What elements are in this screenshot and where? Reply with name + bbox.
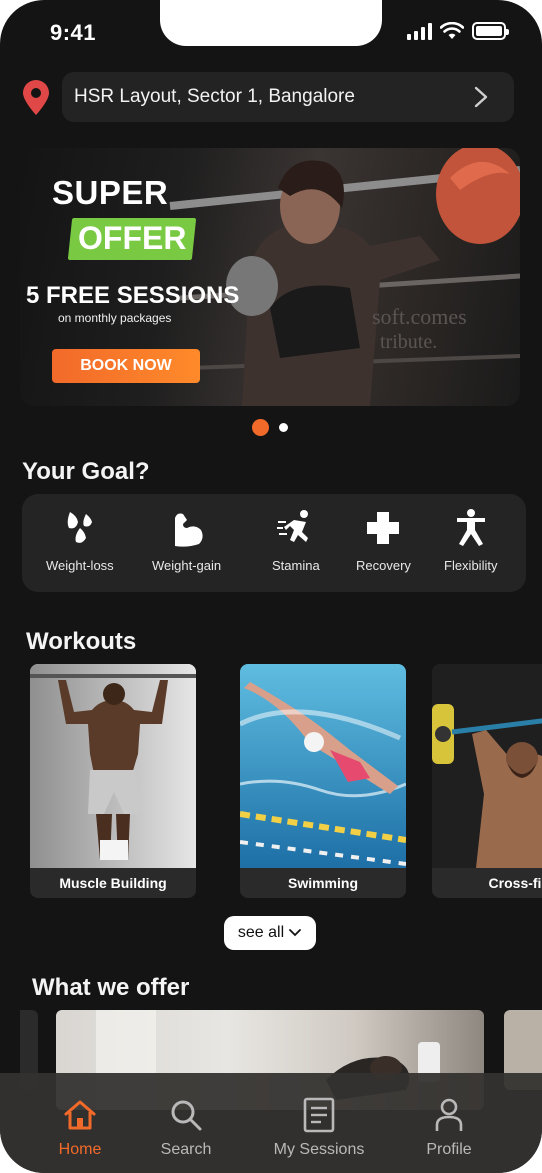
goal-label: Weight-loss [46, 558, 114, 573]
goal-label: Stamina [272, 558, 320, 573]
nav-item-my-sessions[interactable]: My Sessions [269, 1097, 369, 1159]
banner-super-text: SUPER [52, 174, 169, 211]
bicep-icon [174, 513, 203, 547]
location-pin-icon [23, 80, 49, 115]
svg-text:soft.comes: soft.comes [372, 304, 467, 329]
goal-item-stamina[interactable]: Stamina [272, 508, 320, 573]
workout-card-crossfit[interactable]: Cross-fi [432, 664, 542, 898]
status-icons [407, 22, 509, 40]
chevron-down-icon [289, 929, 302, 937]
cellular-signal-icon [407, 22, 432, 40]
droplets-icon [67, 512, 92, 543]
workout-label: Muscle Building [59, 875, 167, 891]
location-selector[interactable]: HSR Layout, Sector 1, Bangalore [62, 72, 514, 122]
notch [160, 0, 382, 46]
offer-section-title: What we offer [32, 974, 190, 1001]
goal-item-weight-loss[interactable]: Weight-loss [46, 508, 114, 573]
swimming-photo [240, 664, 406, 868]
carousel-dot-active[interactable] [252, 419, 269, 436]
book-now-button[interactable]: BOOK NOW [52, 349, 200, 383]
home-icon [64, 1100, 96, 1130]
carousel-dot[interactable] [279, 423, 288, 432]
stretch-figure-icon [456, 509, 485, 546]
search-icon [171, 1100, 202, 1131]
nav-label: Home [58, 1141, 102, 1158]
svg-text:tribute.: tribute. [380, 331, 437, 353]
workout-label: Swimming [287, 875, 358, 891]
banner-headline: 5 FREE SESSIONS [26, 282, 240, 309]
crossfit-photo [432, 664, 542, 868]
goal-card: Weight-loss Weight-gain Stamina Recovery [22, 494, 526, 592]
goal-label: Recovery [356, 558, 411, 573]
see-all-label: see all [237, 924, 285, 941]
workout-card-swimming[interactable]: Swimming [240, 664, 406, 898]
phone-screen: 9:41 HSR Layout, Sector 1, Bangalore sof… [0, 0, 542, 1173]
goal-item-recovery[interactable]: Recovery [356, 508, 411, 573]
promo-banner[interactable]: soft.comes tribute. SUPER OFFER 5 FREE S… [20, 148, 520, 406]
see-all-button[interactable]: see all [224, 916, 316, 950]
goal-item-weight-gain[interactable]: Weight-gain [152, 508, 221, 573]
nav-label: Profile [426, 1141, 472, 1158]
banner-offer-text: OFFER [78, 220, 187, 256]
muscle-building-photo [30, 664, 196, 868]
status-time: 9:41 [50, 20, 97, 45]
carousel-dots [252, 419, 288, 436]
nav-label: My Sessions [273, 1141, 365, 1158]
nav-label: Search [160, 1141, 212, 1158]
workouts-section-title: Workouts [26, 628, 137, 655]
bottom-nav: Home Search My Sessions Profile [0, 1073, 542, 1173]
chevron-right-icon [474, 86, 488, 108]
banner-subline: on monthly packages [58, 311, 172, 325]
wifi-icon [440, 22, 464, 39]
goal-label: Flexibility [444, 558, 498, 573]
workout-card-muscle-building[interactable]: Muscle Building [30, 664, 196, 898]
nav-item-profile[interactable]: Profile [399, 1097, 499, 1159]
nav-item-home[interactable]: Home [30, 1097, 130, 1159]
goal-item-flexibility[interactable]: Flexibility [444, 508, 497, 573]
plus-cross-icon [367, 512, 400, 544]
runner-icon [276, 510, 308, 542]
workout-label: Cross-fi [488, 875, 542, 891]
location-row: HSR Layout, Sector 1, Bangalore [18, 72, 514, 122]
nav-item-search[interactable]: Search [136, 1097, 236, 1159]
sessions-list-icon [303, 1097, 335, 1133]
battery-icon [472, 22, 509, 40]
goal-section-title: Your Goal? [22, 458, 150, 485]
profile-icon [435, 1098, 463, 1131]
goal-label: Weight-gain [152, 558, 222, 573]
location-text: HSR Layout, Sector 1, Bangalore [74, 86, 355, 107]
